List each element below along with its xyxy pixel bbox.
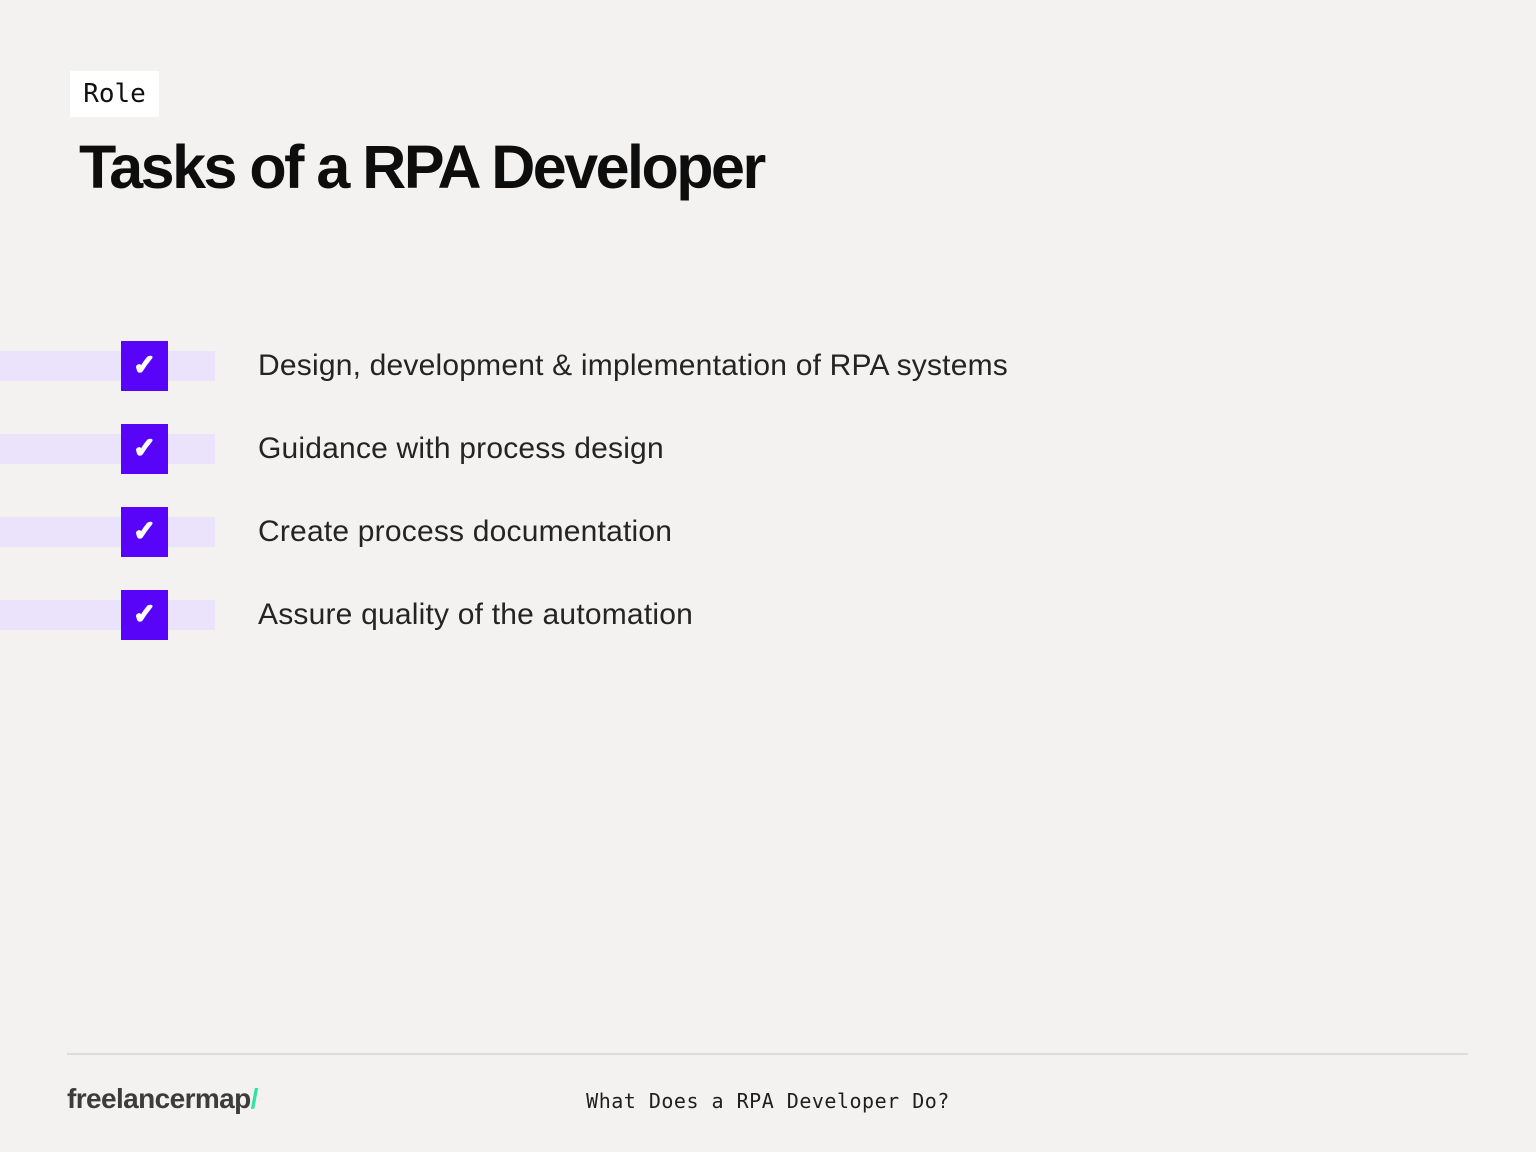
checklist-item-label: Assure quality of the automation [258, 590, 693, 640]
checkmark-icon: ✓ [133, 518, 156, 545]
checkbox-checked: ✓ [121, 341, 168, 391]
category-tag: Role [70, 71, 159, 117]
checklist-item: ✓ Create process documentation [0, 507, 1536, 557]
highlight-bar [0, 517, 215, 547]
category-tag-label: Role [83, 79, 146, 109]
checkbox-checked: ✓ [121, 590, 168, 640]
highlight-bar [0, 600, 215, 630]
highlight-bar [0, 434, 215, 464]
page-title: Tasks of a RPA Developer [79, 132, 764, 202]
footer-caption: What Does a RPA Developer Do? [586, 1089, 950, 1113]
task-checklist: ✓ Design, development & implementation o… [0, 341, 1536, 673]
checkbox-checked: ✓ [121, 507, 168, 557]
brand-logo: freelancermap/ [67, 1083, 258, 1115]
checkmark-icon: ✓ [133, 352, 156, 379]
checklist-item-label: Design, development & implementation of … [258, 341, 1008, 391]
checkmark-icon: ✓ [133, 601, 156, 628]
brand-logo-slash-icon: / [251, 1083, 258, 1114]
footer-divider [67, 1053, 1468, 1055]
checkmark-icon: ✓ [133, 435, 156, 462]
checklist-item: ✓ Guidance with process design [0, 424, 1536, 474]
brand-logo-text: freelancermap [67, 1083, 251, 1114]
highlight-bar [0, 351, 215, 381]
checklist-item-label: Guidance with process design [258, 424, 664, 474]
checkbox-checked: ✓ [121, 424, 168, 474]
checklist-item-label: Create process documentation [258, 507, 672, 557]
checklist-item: ✓ Assure quality of the automation [0, 590, 1536, 640]
checklist-item: ✓ Design, development & implementation o… [0, 341, 1536, 391]
